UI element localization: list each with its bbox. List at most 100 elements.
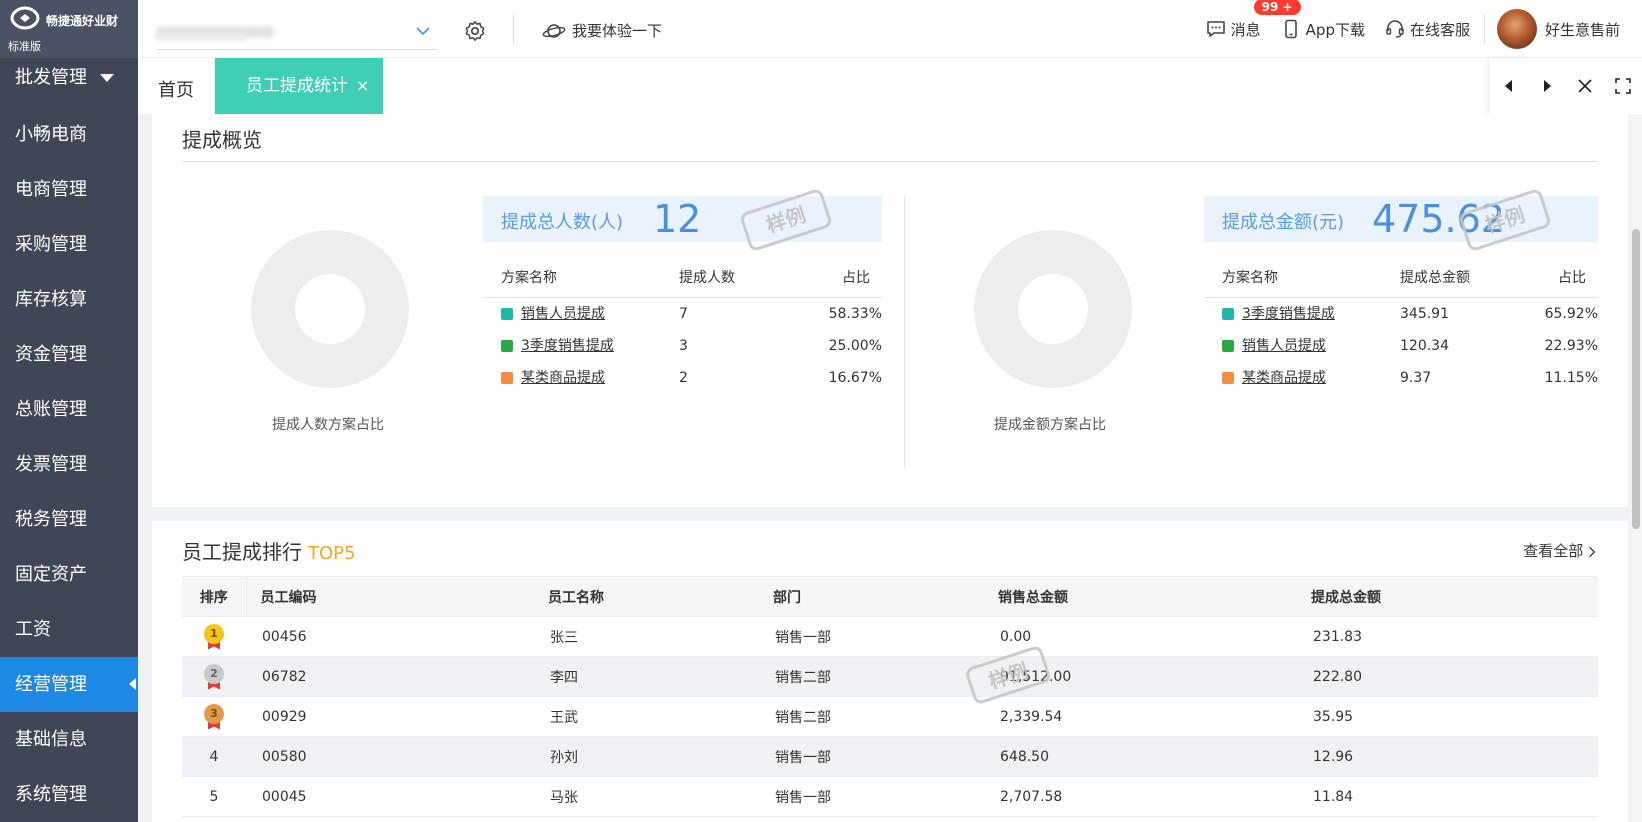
scheme-link[interactable]: 某类商品提成 — [1242, 362, 1326, 394]
overview-title: 提成概览 — [182, 128, 262, 152]
close-all-tabs-button[interactable] — [1566, 58, 1604, 114]
commission-total-cell: 12.96 — [1297, 736, 1598, 777]
count-cell: 2 — [679, 370, 688, 386]
column-header: 部门 — [759, 576, 984, 617]
percent-cell: 22.93% — [1544, 338, 1598, 354]
sidebar-item-label: 基础信息 — [15, 729, 87, 750]
column-header: 提成总金额 — [1297, 576, 1598, 617]
sidebar-item-label: 工资 — [15, 619, 51, 640]
scheme-link[interactable]: 销售人员提成 — [1242, 330, 1326, 362]
sidebar-item-basic-info[interactable]: 基础信息 — [0, 712, 138, 767]
department-cell: 销售一部 — [759, 736, 984, 777]
tab-employee-commission[interactable]: 员工提成统计 × — [215, 58, 383, 114]
messages-button[interactable]: 消息 99 + — [1206, 0, 1301, 40]
fullscreen-button[interactable] — [1604, 58, 1642, 114]
sidebar-item-label: 发票管理 — [15, 454, 87, 475]
ranking-top5-label: TOP5 — [308, 543, 356, 564]
close-tab-icon[interactable]: × — [356, 76, 369, 95]
fullscreen-icon — [1615, 78, 1631, 94]
table-header-row: 方案名称 提成人数 占比 — [483, 258, 882, 298]
column-header: 占比 — [1558, 270, 1586, 286]
table-row[interactable]: 2 06782 李四 销售二部 91,512.00 222.80 — [182, 656, 1598, 697]
view-all-link[interactable]: 查看全部 — [1523, 540, 1596, 561]
sidebar-item-operations[interactable]: 经营管理 — [0, 657, 138, 712]
tab-home[interactable]: 首页 — [158, 76, 194, 102]
brand-logo[interactable]: 畅捷通好业财 标准版 — [0, 0, 138, 58]
column-header: 占比 — [842, 270, 870, 286]
sidebar-item-wholesale[interactable]: 批发管理 — [0, 58, 138, 98]
scheme-link[interactable]: 销售人员提成 — [521, 298, 605, 330]
department-cell: 销售一部 — [759, 616, 984, 657]
percent-cell: 65.92% — [1544, 306, 1598, 322]
sidebar-item-invoice[interactable]: 发票管理 — [0, 437, 138, 492]
tab-bar: 首页 员工提成统计 × — [138, 58, 1642, 114]
app-download-button[interactable]: App下载 — [1281, 19, 1365, 40]
amount-donut-chart — [974, 230, 1132, 388]
commission-total-cell: 222.80 — [1297, 656, 1598, 697]
divider — [904, 196, 905, 468]
table-row: 3季度销售提成 3 25.00% — [483, 330, 882, 362]
table-row[interactable]: 1 00456 张三 销售一部 0.00 231.83 — [182, 616, 1598, 657]
legend-swatch — [501, 308, 513, 320]
rank-cell: 5 — [182, 776, 246, 817]
sidebar-item-ledger[interactable]: 总账管理 — [0, 382, 138, 437]
amount-donut-caption: 提成金额方案占比 — [994, 417, 1106, 433]
sidebar-item-funds[interactable]: 资金管理 — [0, 327, 138, 382]
table-header-row: 排序 员工编码 员工名称 部门 销售总金额 提成总金额 — [182, 576, 1598, 617]
scheme-link[interactable]: 某类商品提成 — [521, 362, 605, 394]
amount-stat-box: 提成总金额(元) 475.62 样例 — [1204, 187, 1598, 253]
column-header: 方案名称 — [501, 270, 557, 286]
sidebar-item-label: 批发管理 — [15, 67, 87, 88]
tab-scroll-right-button[interactable] — [1528, 58, 1566, 114]
try-demo-button[interactable]: 我要体验一下 — [542, 20, 662, 41]
account-name-redacted — [156, 34, 246, 40]
rank-cell: 4 — [182, 736, 246, 777]
sidebar-item-ecommerce[interactable]: 电商管理 — [0, 162, 138, 217]
sidebar-item-label: 采购管理 — [15, 234, 87, 255]
account-selector[interactable] — [156, 14, 438, 50]
legend-swatch — [501, 372, 513, 384]
phone-icon — [1284, 19, 1297, 39]
sidebar-item-inventory[interactable]: 库存核算 — [0, 272, 138, 327]
legend-swatch — [1222, 308, 1234, 320]
divider — [1483, 14, 1485, 44]
scheme-link[interactable]: 3季度销售提成 — [1242, 298, 1335, 330]
sidebar-item-fixed-assets[interactable]: 固定资产 — [0, 547, 138, 602]
sidebar-item-purchase[interactable]: 采购管理 — [0, 217, 138, 272]
sales-total-cell: 648.50 — [984, 736, 1297, 777]
column-header: 销售总金额 — [984, 576, 1297, 617]
username[interactable]: 好生意售前 — [1545, 19, 1620, 40]
commission-total-cell: 11.84 — [1297, 776, 1598, 817]
scrollbar-thumb[interactable] — [1632, 229, 1640, 529]
table-row[interactable]: 5 00045 马张 销售一部 2,707.58 11.84 — [182, 776, 1598, 817]
scheme-name-cell: 某类商品提成 — [483, 362, 679, 394]
planet-icon — [542, 23, 566, 38]
page-scrollbar[interactable] — [1630, 114, 1642, 822]
employee-name-cell: 马张 — [534, 776, 759, 817]
divider — [182, 161, 1598, 162]
sidebar-item-label: 资金管理 — [15, 344, 87, 365]
gear-icon[interactable] — [464, 20, 486, 42]
percent-cell: 25.00% — [828, 338, 882, 354]
sidebar-item-system[interactable]: 系统管理 — [0, 767, 138, 822]
sidebar-item-mini-ecommerce[interactable]: 小畅电商 — [0, 107, 138, 162]
table-row[interactable]: 4 00580 孙刘 销售一部 648.50 12.96 — [182, 736, 1598, 777]
table-row: 某类商品提成 2 16.67% — [483, 362, 882, 394]
online-service-button[interactable]: 在线客服 — [1385, 19, 1470, 40]
scheme-link[interactable]: 3季度销售提成 — [521, 330, 614, 362]
messages-badge: 99 + — [1253, 0, 1301, 15]
sidebar-item-payroll[interactable]: 工资 — [0, 602, 138, 657]
commission-total-cell: 35.95 — [1297, 696, 1598, 737]
employee-code-cell: 00580 — [246, 736, 534, 777]
column-header: 方案名称 — [1222, 270, 1278, 286]
department-cell: 销售二部 — [759, 696, 984, 737]
header-tools: 消息 99 + App下载 在线客服 好生意售前 — [1206, 0, 1642, 58]
column-header: 提成总金额 — [1400, 270, 1470, 286]
sidebar-item-tax[interactable]: 税务管理 — [0, 492, 138, 547]
table-row[interactable]: 3 00929 王武 销售二部 2,339.54 35.95 — [182, 696, 1598, 737]
avatar[interactable] — [1496, 9, 1537, 49]
ranking-title: 员工提成排行 TOP5 — [182, 536, 355, 565]
tab-scroll-left-button[interactable] — [1490, 58, 1528, 114]
percent-cell: 11.15% — [1544, 370, 1598, 386]
tab-controls — [1490, 58, 1642, 114]
